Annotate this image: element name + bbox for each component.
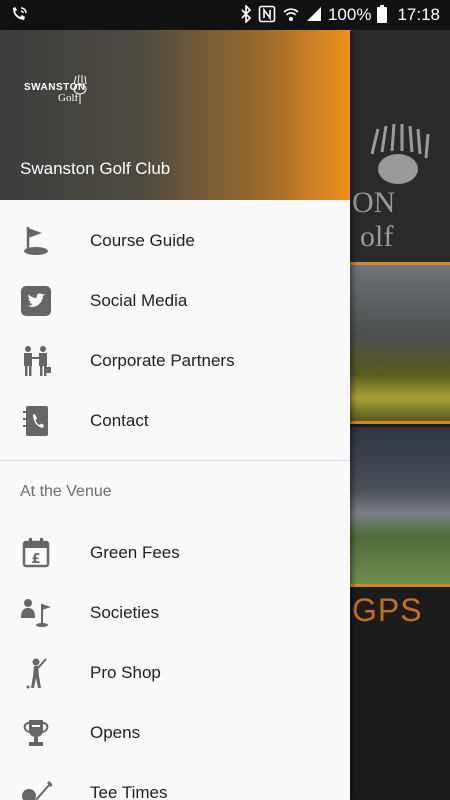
menu-item-label: Opens: [90, 723, 141, 742]
gps-label[interactable]: GPS: [352, 592, 423, 629]
thistle-logo-icon: [370, 124, 430, 184]
background-logo-line2: olf: [360, 220, 394, 253]
svg-text:£: £: [31, 552, 40, 567]
menu-item-pro-shop[interactable]: Pro Shop: [0, 643, 350, 703]
golf-ball-tee-icon: [20, 777, 52, 800]
partners-handshake-icon: [20, 345, 52, 377]
menu-item-label: Social Media: [90, 291, 188, 310]
menu-item-social-media[interactable]: Social Media: [0, 271, 350, 331]
menu-item-label: Contact: [90, 411, 149, 430]
menu-item-tee-times[interactable]: Tee Times: [0, 763, 350, 800]
club-name: Swanston Golf Club: [20, 159, 171, 178]
trophy-icon: [20, 717, 52, 749]
club-logo: SWANSTON Golf: [24, 74, 87, 104]
menu-item-contact[interactable]: Contact: [0, 391, 350, 451]
menu-item-label: Course Guide: [90, 231, 195, 250]
menu-item-label: Pro Shop: [90, 663, 161, 682]
section-header-at-the-venue: At the Venue: [20, 483, 112, 500]
thistle-logo-icon: [73, 74, 87, 104]
menu-item-course-guide[interactable]: Course Guide: [0, 211, 350, 271]
menu-item-corporate-partners[interactable]: Corporate Partners: [0, 331, 350, 391]
background-logo-line1: ON: [352, 186, 396, 219]
menu-item-label: Societies: [90, 603, 159, 622]
contact-book-icon: [20, 405, 52, 437]
main-menu: Course Guide Social Media Corporate Part…: [0, 200, 350, 451]
menu-item-opens[interactable]: Opens: [0, 703, 350, 763]
battery-percentage: 100%: [327, 5, 372, 24]
navigation-drawer: SWANSTON Golf Swanston Golf Club Course …: [0, 30, 350, 800]
calendar-pound-icon: £: [20, 537, 52, 569]
golfer-icon: [20, 657, 52, 689]
society-flag-icon: [20, 597, 52, 629]
menu-item-societies[interactable]: Societies: [0, 583, 350, 643]
battery-icon: [377, 4, 388, 26]
menu-item-green-fees[interactable]: £ Green Fees: [0, 523, 350, 583]
golf-flag-icon: [20, 225, 52, 257]
status-bar: 100% 17:18: [0, 0, 450, 30]
menu-item-label: Tee Times: [90, 783, 168, 800]
signal-icon: [306, 6, 322, 25]
nfc-icon: [258, 5, 276, 26]
menu-item-label: Corporate Partners: [90, 351, 235, 370]
menu-item-label: Green Fees: [90, 543, 180, 562]
background-logo-text: ON olf: [352, 124, 430, 254]
venue-menu: £ Green Fees Societies Pro Shop Opens Te…: [0, 523, 350, 800]
twitter-icon: [20, 285, 52, 317]
bluetooth-icon: [240, 3, 252, 26]
wifi-icon: [282, 5, 300, 26]
drawer-header: SWANSTON Golf Swanston Golf Club: [0, 30, 350, 200]
clock: 17:18: [397, 5, 440, 24]
wifi-calling-icon: [10, 6, 28, 25]
